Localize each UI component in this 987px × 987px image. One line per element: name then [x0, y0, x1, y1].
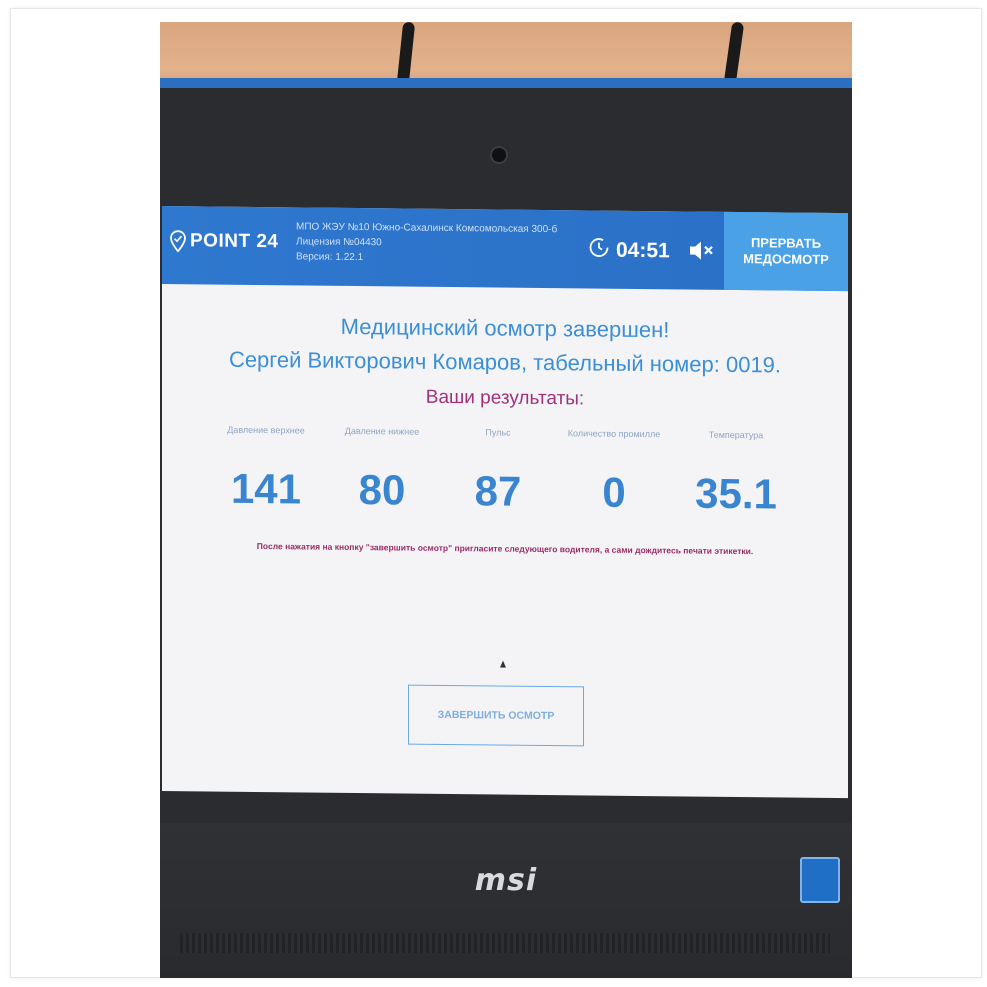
metric-pulse: Пульс 87 — [438, 427, 558, 516]
results-panel: Медицинский осмотр завершен! Сергей Викт… — [162, 284, 848, 798]
finish-exam-button[interactable]: ЗАВЕРШИТЬ ОСМОТР — [408, 684, 584, 747]
app-screen: POINT 24 МПО ЖЭУ №10 Южно-Сахалинск Комс… — [162, 206, 848, 799]
instruction-note: После нажатия на кнопку "завершить осмот… — [256, 540, 754, 557]
metric-promille: Количество промилле 0 — [554, 428, 674, 517]
metric-value: 80 — [358, 466, 406, 514]
metric-label: Давление нижнее — [344, 425, 420, 437]
metric-label: Пульс — [485, 427, 511, 438]
mute-icon[interactable] — [688, 240, 716, 267]
employee-name: Сергей Викторович Комаров, табельный ном… — [228, 346, 782, 378]
app-header: POINT 24 МПО ЖЭУ №10 Южно-Сахалинск Комс… — [162, 206, 848, 292]
exam-timer: 04:51 — [588, 236, 670, 264]
monitor-bezel: msi — [160, 823, 852, 978]
metric-systolic: Давление верхнее 141 — [206, 424, 326, 513]
abort-exam-button[interactable]: ПРЕРВАТЬ МЕДОСМОТР — [724, 211, 848, 292]
results-heading: Ваши результаты: — [425, 386, 585, 410]
mouse-cursor — [500, 660, 506, 668]
monitor: POINT 24 МПО ЖЭУ №10 Южно-Сахалинск Комс… — [160, 78, 852, 978]
page-title: Медицинский осмотр завершен! — [340, 313, 670, 343]
metric-diastolic: Давление нижнее 80 — [322, 426, 442, 515]
intel-sticker — [800, 857, 840, 903]
metric-label: Температура — [708, 429, 764, 441]
metric-value: 87 — [474, 467, 522, 515]
metric-value: 35.1 — [695, 469, 777, 518]
cable — [723, 22, 745, 85]
location-pin-icon — [170, 230, 186, 253]
organization-info: МПО ЖЭУ №10 Южно-Сахалинск Комсомольская… — [296, 219, 586, 267]
metrics-row: Давление верхнее 141 Давление нижнее 80 … — [206, 424, 826, 518]
app-logo: POINT 24 — [170, 230, 278, 253]
logo-text: POINT 24 — [190, 230, 279, 253]
metric-value: 0 — [602, 468, 626, 516]
photo: POINT 24 МПО ЖЭУ №10 Южно-Сахалинск Комс… — [160, 22, 852, 978]
metric-temperature: Температура 35.1 — [676, 429, 796, 518]
metric-label: Давление верхнее — [227, 424, 305, 436]
timer-value: 04:51 — [616, 238, 670, 262]
metric-value: 141 — [230, 464, 302, 513]
brand-logo: msi — [474, 863, 538, 898]
monitor-edge — [160, 78, 852, 88]
timer-icon — [588, 236, 610, 263]
cable — [396, 22, 416, 85]
app-version: Версия: 1.22.1 — [296, 251, 364, 264]
metric-label: Количество промилле — [567, 428, 661, 440]
webcam — [490, 146, 508, 164]
speaker-vent — [180, 933, 830, 953]
